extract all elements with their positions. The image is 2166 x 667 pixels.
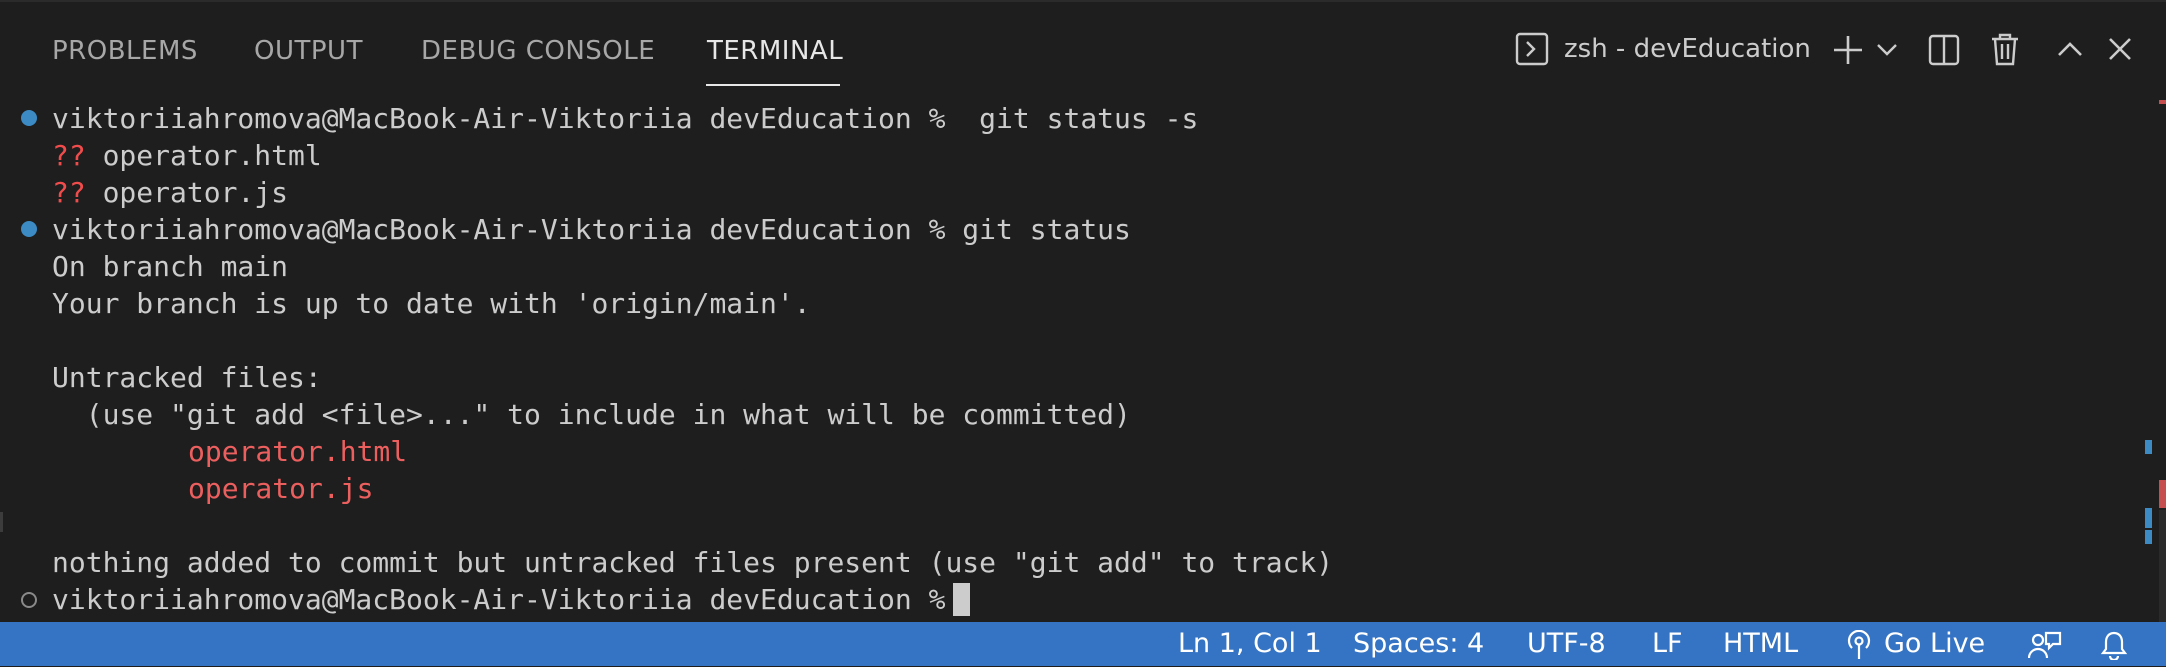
terminal-line-empty [0, 322, 2150, 359]
terminal-icon [1515, 32, 1549, 66]
terminal-line: viktoriiahromova@MacBook-Air-Viktoriia d… [0, 581, 2150, 618]
feedback-button[interactable] [2027, 630, 2062, 667]
plus-icon [1834, 36, 1862, 64]
terminal-line: ?? operator.html [0, 137, 2150, 174]
terminal-line: nothing added to commit but untracked fi… [52, 546, 1334, 579]
chevron-down-icon [1877, 44, 1897, 56]
prompt: viktoriiahromova@MacBook-Air-Viktoriia d… [52, 213, 946, 246]
untracked-marker: ?? [52, 176, 86, 209]
scrollbar-overview-ruler[interactable] [2145, 100, 2166, 622]
terminal-line-empty [0, 507, 2150, 544]
terminal-output[interactable]: viktoriiahromova@MacBook-Air-Viktoriia d… [0, 100, 2150, 618]
tab-terminal[interactable]: TERMINAL [707, 36, 843, 66]
chevron-up-icon [2058, 42, 2082, 56]
end-of-line[interactable]: LF [1652, 628, 1683, 659]
split-terminal-icon [1928, 34, 1960, 66]
indentation[interactable]: Spaces: 4 [1353, 628, 1484, 659]
active-tab-indicator [706, 84, 840, 86]
tab-problems[interactable]: PROBLEMS [52, 36, 198, 66]
terminal-line: (use "git add <file>..." to include in w… [52, 398, 1131, 431]
go-live-label: Go Live [1884, 628, 1986, 659]
terminal-panel: PROBLEMS OUTPUT DEBUG CONSOLE TERMINAL z… [0, 0, 2166, 622]
close-panel-button[interactable] [2108, 37, 2132, 65]
terminal-line: operator.js [0, 470, 2150, 507]
terminal-line: Your branch is up to date with 'origin/m… [52, 287, 811, 320]
prompt: viktoriiahromova@MacBook-Air-Viktoriia d… [52, 583, 946, 616]
command-success-decoration[interactable] [21, 110, 37, 126]
bell-icon [2100, 631, 2128, 662]
ruler-mark-error [2159, 100, 2166, 104]
broadcast-icon [1847, 630, 1871, 659]
panel-top-border [0, 0, 2166, 2]
kill-terminal-button[interactable] [1990, 32, 2020, 70]
terminal-line: viktoriiahromova@MacBook-Air-Viktoriia d… [0, 211, 2150, 248]
status-bar: Ln 1, Col 1 Spaces: 4 UTF-8 LF HTML Go L… [0, 622, 2166, 666]
trash-icon [1992, 33, 2018, 66]
terminal-line: On branch main [52, 250, 289, 283]
terminal-line: viktoriiahromova@MacBook-Air-Viktoriia d… [0, 100, 2150, 137]
split-terminal-button[interactable] [1928, 34, 1960, 70]
untracked-file: operator.html [188, 435, 408, 468]
terminal-cursor [953, 583, 971, 616]
terminal-dropdown-button[interactable] [1876, 42, 1898, 62]
untracked-file: operator.js [188, 472, 374, 505]
scrollbar-thumb[interactable] [2159, 510, 2166, 622]
file-encoding[interactable]: UTF-8 [1527, 628, 1606, 659]
command-pending-decoration[interactable] [21, 592, 37, 608]
tab-output[interactable]: OUTPUT [254, 36, 363, 66]
feedback-icon [2027, 631, 2062, 659]
command-success-decoration[interactable] [21, 221, 37, 237]
command: git status -s [945, 102, 1199, 135]
language-mode[interactable]: HTML [1723, 628, 1798, 659]
notifications-button[interactable] [2100, 630, 2128, 667]
close-icon [2109, 38, 2131, 60]
ruler-mark-info [2145, 508, 2152, 528]
command: git status [945, 213, 1131, 246]
terminal-line: operator.html [0, 433, 2150, 470]
tab-debug-console[interactable]: DEBUG CONSOLE [421, 36, 655, 66]
file-name: operator.js [102, 176, 289, 209]
ruler-mark-info [2145, 530, 2152, 544]
new-terminal-button[interactable] [1832, 34, 1864, 70]
prompt: viktoriiahromova@MacBook-Air-Viktoriia d… [52, 102, 946, 135]
terminal-name-label[interactable]: zsh - devEducation [1564, 34, 1811, 64]
terminal-line: ?? operator.js [0, 174, 2150, 211]
untracked-marker: ?? [52, 139, 86, 172]
cursor-position[interactable]: Ln 1, Col 1 [1178, 628, 1322, 659]
sash-edge [0, 512, 3, 532]
file-name: operator.html [102, 139, 322, 172]
ruler-mark-info [2145, 440, 2152, 454]
ruler-mark-error [2159, 480, 2166, 508]
maximize-panel-button[interactable] [2056, 40, 2084, 62]
terminal-line: Untracked files: [52, 361, 322, 394]
go-live-button[interactable]: Go Live [1846, 628, 1985, 659]
